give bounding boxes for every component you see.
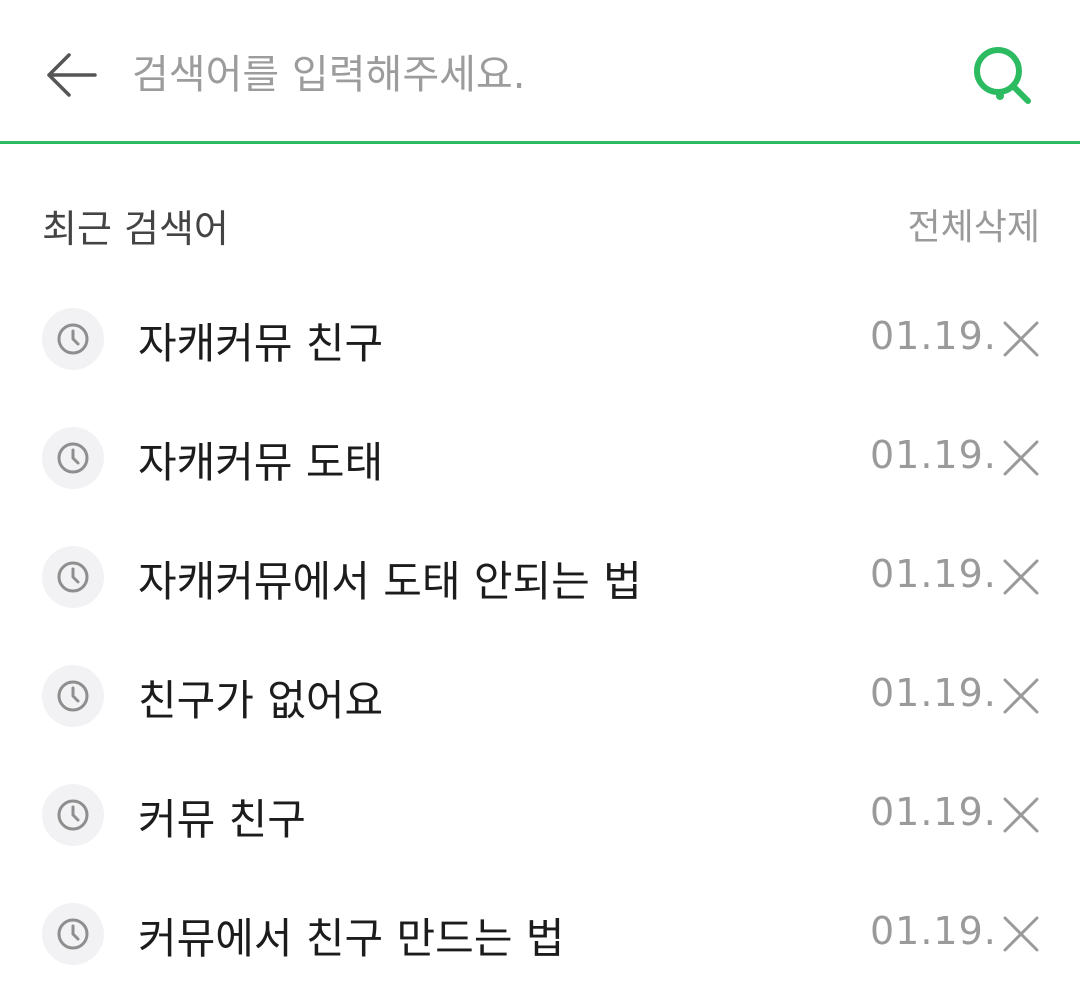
search-icon [974, 47, 1031, 104]
back-button[interactable] [40, 44, 102, 106]
recent-search-date: 01.19. [870, 314, 997, 358]
recent-search-date: 01.19. [870, 552, 997, 596]
close-icon[interactable] [998, 316, 1044, 362]
recent-search-query: 커뮤에서 친구 만드는 법 [138, 914, 565, 963]
close-icon[interactable] [998, 673, 1044, 719]
recent-search-query: 친구가 없어요 [138, 676, 384, 725]
recent-search-item[interactable]: 자캐커뮤에서 도태 안되는 법 01.19. [0, 518, 1080, 637]
clock-icon [42, 784, 104, 846]
recent-search-query: 커뮤 친구 [138, 795, 306, 844]
search-screen: 최근 검색어 전체삭제 자캐커뮤 친구 01.19. 자캐커뮤 도태 01.19… [0, 0, 1080, 994]
section-title: 최근 검색어 [42, 207, 229, 251]
clock-icon [42, 665, 104, 727]
clock-icon [42, 903, 104, 965]
recent-searches-header: 최근 검색어 전체삭제 [0, 190, 1080, 251]
recent-search-date: 01.19. [870, 790, 997, 834]
recent-search-date: 01.19. [870, 433, 997, 477]
close-icon[interactable] [998, 435, 1044, 481]
search-input[interactable] [132, 40, 932, 110]
recent-search-item[interactable]: 자캐커뮤 도태 01.19. [0, 399, 1080, 518]
recent-search-date: 01.19. [870, 909, 997, 953]
recent-search-list: 자캐커뮤 친구 01.19. 자캐커뮤 도태 01.19. 자캐커뮤에서 도태 … [0, 280, 1080, 994]
clock-icon [42, 546, 104, 608]
search-button[interactable] [966, 40, 1040, 110]
close-icon[interactable] [998, 911, 1044, 957]
close-icon[interactable] [998, 554, 1044, 600]
recent-search-query: 자캐커뮤에서 도태 안되는 법 [138, 557, 642, 606]
clock-icon [42, 308, 104, 370]
close-icon[interactable] [998, 792, 1044, 838]
arrow-left-icon [47, 53, 97, 97]
clear-all-button[interactable]: 전체삭제 [908, 198, 1040, 250]
recent-search-item[interactable]: 커뮤에서 친구 만드는 법 01.19. [0, 875, 1080, 994]
recent-search-date: 01.19. [870, 671, 997, 715]
clock-icon [42, 427, 104, 489]
recent-search-item[interactable]: 커뮤 친구 01.19. [0, 756, 1080, 875]
recent-search-item[interactable]: 자캐커뮤 친구 01.19. [0, 280, 1080, 399]
recent-search-query: 자캐커뮤 도태 [138, 438, 384, 487]
search-bar [0, 0, 1080, 144]
recent-search-query: 자캐커뮤 친구 [138, 319, 384, 368]
recent-search-item[interactable]: 친구가 없어요 01.19. [0, 637, 1080, 756]
